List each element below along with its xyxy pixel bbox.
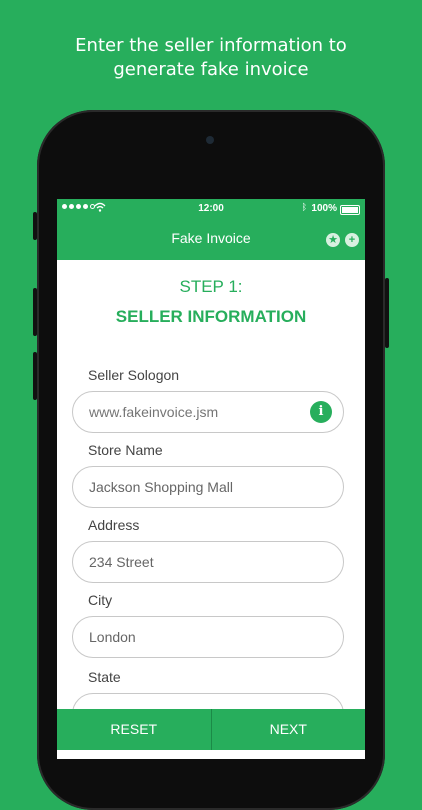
bluetooth-icon: ᛒ xyxy=(301,202,307,212)
seller-slogan-field[interactable]: i xyxy=(72,391,344,433)
seller-slogan-label: Seller Sologon xyxy=(88,367,180,383)
reset-button[interactable]: RESET xyxy=(57,709,211,750)
phone-side-button-mute xyxy=(33,212,37,240)
step-title: SELLER INFORMATION xyxy=(115,307,307,326)
battery-percent: 100% xyxy=(311,203,337,214)
state-label: State xyxy=(88,669,121,685)
info-icon[interactable]: i xyxy=(310,401,332,423)
store-name-field[interactable] xyxy=(72,466,344,508)
bottom-action-bar: RESET NEXT xyxy=(57,709,365,750)
next-button[interactable]: NEXT xyxy=(212,709,366,750)
phone-side-button-volume-down xyxy=(33,352,37,400)
city-label: City xyxy=(88,592,113,608)
caption-line-2: generate fake invoice xyxy=(113,59,309,80)
marketing-caption: Enter the seller information to generate… xyxy=(0,34,422,82)
app-screen: 12:00 ᛒ 100% Fake Invoice ★ + STEP 1: SE… xyxy=(57,199,365,759)
address-field[interactable] xyxy=(72,541,344,583)
nav-title: Fake Invoice xyxy=(171,230,251,246)
step-number: STEP 1: xyxy=(179,277,243,296)
battery-icon xyxy=(340,205,360,215)
phone-side-button-volume-up xyxy=(33,288,37,336)
nav-bar: Fake Invoice ★ + xyxy=(57,219,365,260)
seller-slogan-input[interactable] xyxy=(89,402,299,422)
front-camera xyxy=(206,136,214,144)
caption-line-1: Enter the seller information to xyxy=(75,35,347,56)
address-input[interactable] xyxy=(89,552,299,572)
phone-side-button-power xyxy=(385,278,389,348)
status-bar: 12:00 ᛒ 100% xyxy=(57,199,365,219)
star-icon[interactable]: ★ xyxy=(326,233,340,247)
plus-icon[interactable]: + xyxy=(345,233,359,247)
city-input[interactable] xyxy=(89,627,299,647)
store-name-label: Store Name xyxy=(88,442,163,458)
city-field[interactable] xyxy=(72,616,344,658)
store-name-input[interactable] xyxy=(89,477,299,497)
address-label: Address xyxy=(88,517,140,533)
